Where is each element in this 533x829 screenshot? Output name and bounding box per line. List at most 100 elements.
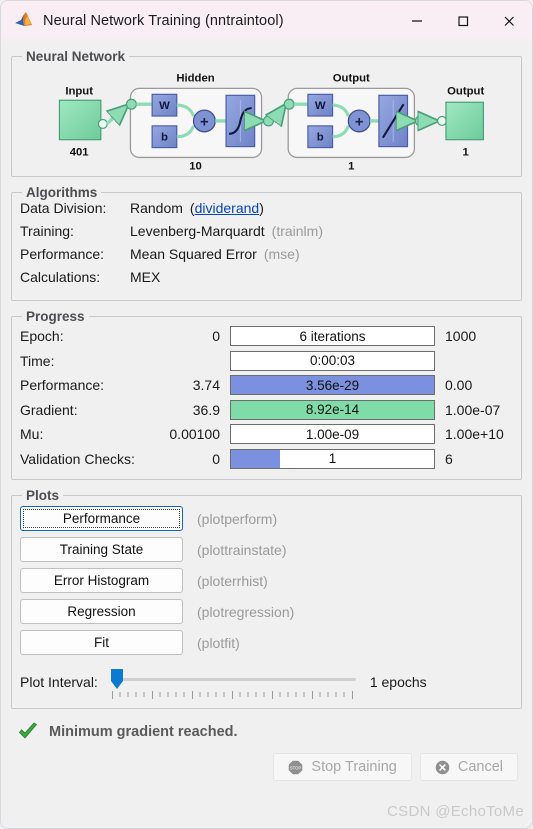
algorithm-function: (trainlm): [271, 223, 323, 239]
cancel-circle-icon: [435, 760, 450, 775]
progress-group: Progress Epoch: 0 6 iterations 1000 Time: 0:0…: [11, 309, 522, 480]
plot-interval-slider[interactable]: [106, 665, 356, 699]
algorithm-row: Calculations: MEX: [20, 269, 513, 292]
algorithm-label: Performance:: [20, 246, 105, 262]
svg-text:Output: Output: [447, 85, 484, 97]
algorithm-label: Calculations:: [20, 269, 101, 285]
svg-text:W: W: [159, 100, 170, 112]
plot-function-name: (plotfit): [197, 634, 240, 651]
algorithms-legend: Algorithms: [26, 185, 98, 200]
cancel-label: Cancel: [457, 759, 503, 775]
progress-start-value: 3.74: [192, 377, 220, 394]
progress-start-value: 36.9: [192, 401, 220, 418]
window-content: Neural Network Hidden Output 10 1 Input …: [1, 41, 532, 828]
plots-legend: Plots: [26, 488, 60, 503]
algorithm-value: Mean Squared Error: [130, 246, 257, 262]
progress-label: Gradient:: [20, 401, 78, 418]
algorithm-label: Training:: [20, 223, 74, 239]
progress-bar: 0:00:03: [230, 350, 435, 371]
progress-target-value: 1.00e-07: [445, 401, 501, 418]
progress-row: Mu: 0.00100 1.00e-09 1.00e+10: [20, 422, 513, 447]
plot-row: Performance (plotperform): [20, 503, 513, 534]
progress-bar: 8.92e-14: [230, 399, 435, 420]
paren-close: ): [259, 200, 264, 216]
svg-text:b: b: [317, 132, 324, 144]
algorithm-row: Data Division: Random (dividerand): [20, 200, 513, 223]
plot-row: Regression (plotregression): [20, 596, 513, 627]
progress-bar: 6 iterations: [230, 326, 435, 347]
plot-button-fit[interactable]: Fit: [20, 630, 183, 655]
algorithm-label: Data Division:: [20, 200, 107, 216]
window-controls: [394, 1, 532, 41]
stop-training-button[interactable]: STOP Stop Training: [273, 753, 412, 781]
plot-interval-row: Plot Interval: 1 epochs: [20, 664, 513, 700]
progress-start-value: 0: [212, 328, 220, 345]
close-button[interactable]: [486, 1, 532, 41]
progress-legend: Progress: [26, 309, 85, 324]
status-message: Minimum gradient reached.: [49, 724, 238, 740]
progress-label: Performance:: [20, 377, 105, 394]
matlab-membrane-icon: [13, 10, 35, 32]
svg-text:401: 401: [70, 146, 89, 158]
progress-label: Mu:: [20, 426, 44, 443]
green-check-icon: [17, 721, 39, 743]
svg-text:10: 10: [189, 160, 202, 172]
plot-row: Fit (plotfit): [20, 627, 513, 658]
progress-label: Validation Checks:: [20, 450, 135, 467]
algorithms-list: Data Division: Random (dividerand) Training…: [20, 200, 513, 292]
plot-buttons-list: Performance (plotperform) Training State (p…: [20, 503, 513, 658]
svg-text:Input: Input: [65, 85, 93, 97]
plot-button-performance[interactable]: Performance: [20, 506, 183, 531]
svg-text:+: +: [355, 114, 364, 130]
svg-text:1: 1: [463, 146, 469, 158]
neural-network-group: Neural Network Hidden Output 10 1 Input …: [11, 49, 522, 177]
slider-thumb[interactable]: [110, 668, 124, 690]
network-diagram: Hidden Output 10 1 Input 401 W b + W b +…: [58, 73, 484, 172]
stop-octagon-icon: STOP: [288, 760, 303, 775]
progress-row: Validation Checks: 0 1 6: [20, 447, 513, 472]
footer-buttons: STOP Stop Training Cancel: [11, 747, 522, 791]
maximize-button[interactable]: [440, 1, 486, 41]
plot-button-error-histogram[interactable]: Error Histogram: [20, 568, 183, 593]
plot-interval-value: 1 epochs: [369, 674, 427, 690]
progress-bar: 1: [230, 448, 435, 469]
algorithm-value: Levenberg-Marquardt: [130, 223, 265, 239]
window-title: Neural Network Training (nntraintool): [43, 13, 284, 29]
minimize-button[interactable]: [394, 1, 440, 41]
progress-row: Time: 0:00:03: [20, 349, 513, 374]
svg-text:+: +: [200, 114, 209, 130]
plot-row: Error Histogram (ploterrhist): [20, 565, 513, 596]
plot-function-name: (plotperform): [197, 510, 278, 527]
plot-button-training-state[interactable]: Training State: [20, 537, 183, 562]
progress-bar-text: 6 iterations: [299, 328, 366, 344]
svg-text:1: 1: [348, 160, 354, 172]
progress-row: Epoch: 0 6 iterations 1000: [20, 324, 513, 349]
algorithms-group: Algorithms Data Division: Random (dividera…: [11, 185, 522, 301]
algorithm-value: MEX: [130, 269, 161, 285]
plot-function-name: (plottrainstate): [197, 541, 287, 558]
progress-bar-text: 8.92e-14: [305, 402, 360, 418]
plots-group: Plots Performance (plotperform) Training S…: [11, 488, 522, 709]
algorithm-value: Random: [130, 200, 183, 216]
neural-network-legend: Neural Network: [26, 49, 126, 64]
status-row: Minimum gradient reached.: [17, 717, 522, 747]
progress-row: Performance: 3.74 3.56e-29 0.00: [20, 373, 513, 398]
progress-bar-text: 0:00:03: [309, 353, 356, 369]
algorithm-function-name: mse: [268, 246, 295, 262]
progress-label: Epoch:: [20, 328, 64, 345]
title-bar: Neural Network Training (nntraintool): [1, 1, 532, 41]
algorithm-function-link[interactable]: dividerand: [195, 200, 260, 216]
progress-list: Epoch: 0 6 iterations 1000 Time: 0:00:03 Perfo…: [20, 324, 513, 471]
svg-text:Hidden: Hidden: [176, 73, 214, 85]
plot-function-name: (ploterrhist): [197, 572, 268, 589]
progress-row: Gradient: 36.9 8.92e-14 1.00e-07: [20, 398, 513, 423]
cancel-button[interactable]: Cancel: [419, 753, 518, 781]
stop-training-label: Stop Training: [311, 759, 397, 775]
plot-interval-label: Plot Interval:: [20, 674, 98, 690]
progress-bar-text: 1.00e-09: [305, 426, 360, 442]
plot-button-regression[interactable]: Regression: [20, 599, 183, 624]
progress-bar: 1.00e-09: [230, 424, 435, 445]
progress-target-value: 0.00: [445, 377, 473, 394]
progress-bar-fill: [231, 449, 280, 468]
progress-bar-text: 3.56e-29: [305, 377, 360, 393]
